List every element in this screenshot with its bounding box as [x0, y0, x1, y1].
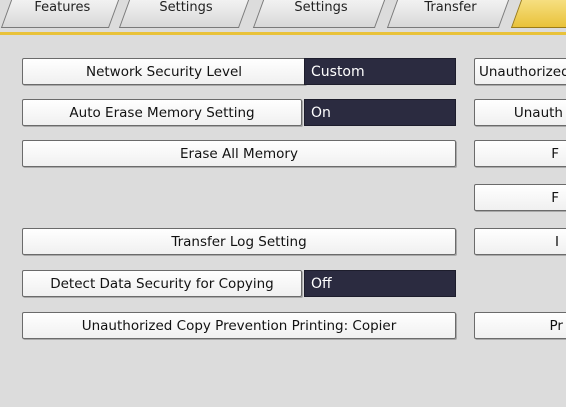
detect-data-security-label: Detect Data Security for Copying	[50, 275, 274, 292]
network-security-level-value: Custom	[304, 58, 456, 85]
tab-bar: Features Settings Settings Transfer	[0, 0, 566, 38]
tab-features[interactable]: Features	[0, 0, 120, 28]
right-column-button-1[interactable]: Unauthorized	[474, 58, 566, 85]
right-column-button-3[interactable]: F	[474, 140, 566, 167]
right-column-label-3: F	[551, 145, 559, 162]
tab-settings-1[interactable]: Settings	[118, 0, 250, 28]
right-column-button-5[interactable]: I	[474, 228, 566, 255]
erase-all-memory-button[interactable]: Erase All Memory	[22, 140, 456, 167]
auto-erase-memory-value: On	[304, 99, 456, 126]
tab-transfer[interactable]: Transfer	[386, 0, 510, 28]
right-column-label-1: Unauthorized	[479, 63, 566, 80]
auto-erase-memory-button[interactable]: Auto Erase Memory Setting	[22, 99, 302, 126]
tab-underline	[0, 32, 566, 35]
tab-active[interactable]	[510, 0, 566, 28]
auto-erase-memory-label: Auto Erase Memory Setting	[69, 104, 255, 121]
right-column-label-5: I	[555, 233, 559, 250]
right-column-button-4[interactable]: F	[474, 184, 566, 211]
detect-data-security-value: Off	[304, 270, 456, 297]
transfer-log-setting-button[interactable]: Transfer Log Setting	[22, 228, 456, 255]
right-column-label-2: Unauth	[513, 104, 563, 121]
detect-data-security-button[interactable]: Detect Data Security for Copying	[22, 270, 302, 297]
transfer-log-setting-label: Transfer Log Setting	[171, 233, 307, 250]
tab-settings-2[interactable]: Settings	[252, 0, 386, 28]
network-security-level-button[interactable]: Network Security Level	[22, 58, 306, 85]
unauthorized-copy-prevention-button[interactable]: Unauthorized Copy Prevention Printing: C…	[22, 312, 456, 339]
right-column-button-6[interactable]: Pr	[474, 312, 566, 339]
erase-all-memory-label: Erase All Memory	[180, 145, 298, 162]
right-column-button-2[interactable]: Unauth	[474, 99, 566, 126]
right-column-label-6: Pr	[549, 317, 563, 334]
network-security-level-label: Network Security Level	[85, 63, 243, 80]
unauthorized-copy-prevention-label: Unauthorized Copy Prevention Printing: C…	[81, 317, 397, 334]
right-column-label-4: F	[551, 189, 559, 206]
